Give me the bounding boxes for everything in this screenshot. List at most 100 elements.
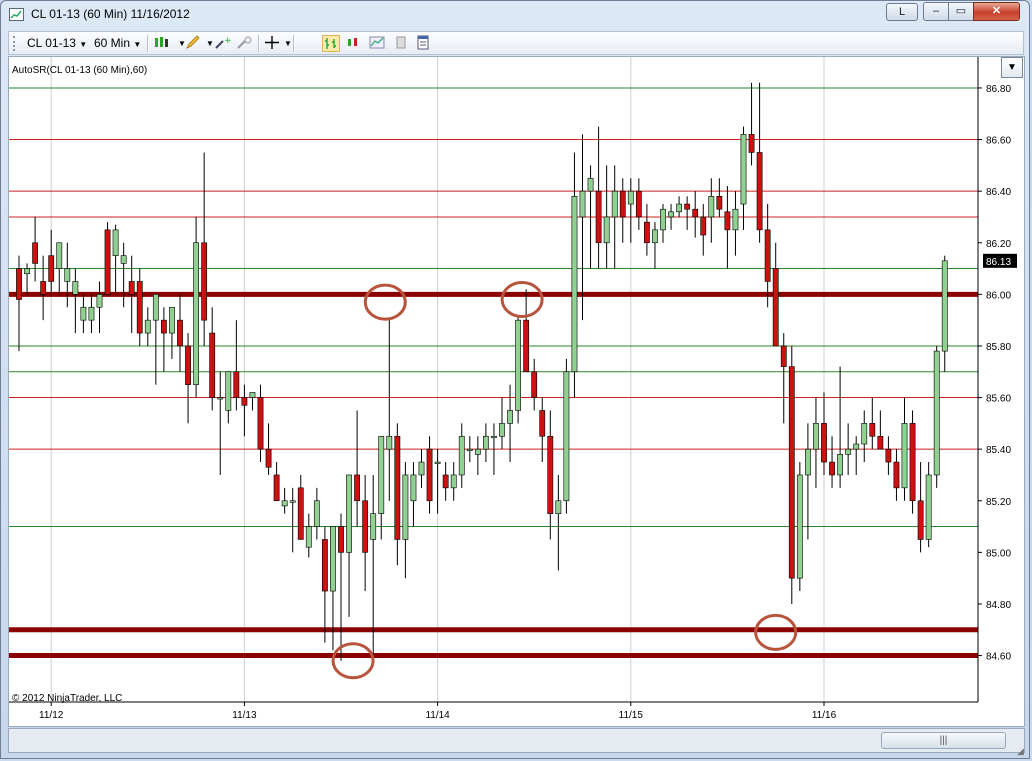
up-candle[interactable] (474, 448, 481, 455)
down-candle[interactable] (321, 539, 328, 592)
chart-scrollbar[interactable]: ||| (8, 728, 1025, 753)
up-candle[interactable] (587, 177, 594, 192)
down-candle[interactable] (772, 268, 779, 347)
up-candle[interactable] (330, 526, 336, 592)
down-candle[interactable] (917, 500, 924, 540)
up-candle[interactable] (732, 208, 739, 231)
down-candle[interactable] (756, 152, 763, 231)
down-candle[interactable] (716, 196, 723, 210)
down-candle[interactable] (523, 319, 530, 373)
down-candle[interactable] (185, 345, 191, 385)
up-candle[interactable] (249, 392, 256, 398)
up-candle[interactable] (925, 474, 932, 540)
down-candle[interactable] (724, 211, 731, 231)
down-candle[interactable] (354, 474, 360, 502)
up-candle[interactable] (144, 319, 151, 334)
up-candle[interactable] (579, 190, 586, 218)
up-candle[interactable] (571, 196, 578, 373)
up-candle[interactable] (450, 474, 457, 489)
up-candle[interactable] (217, 397, 224, 400)
down-candle[interactable] (338, 526, 344, 553)
up-candle[interactable] (80, 306, 87, 321)
up-candle[interactable] (491, 435, 497, 439)
up-candle[interactable] (370, 513, 377, 540)
down-candle[interactable] (547, 435, 554, 514)
price-chart-panel[interactable]: 84.60 84.80 85.00 85.20 85.40 85.60 85.80 86.00… (8, 56, 1025, 727)
up-candle[interactable] (96, 294, 103, 308)
up-candle[interactable] (305, 526, 312, 548)
up-candle[interactable] (941, 260, 948, 352)
down-candle[interactable] (531, 371, 538, 398)
down-candle[interactable] (48, 255, 55, 282)
down-candle[interactable] (104, 229, 111, 295)
properties-icon[interactable] (414, 35, 432, 52)
up-candle[interactable] (458, 435, 465, 476)
up-candle[interactable] (708, 196, 715, 218)
minimize-button[interactable]: – (923, 2, 949, 21)
up-candle[interactable] (64, 268, 71, 282)
down-candle[interactable] (257, 397, 264, 450)
up-candle[interactable] (813, 423, 819, 450)
up-candle[interactable] (289, 500, 296, 503)
up-candle[interactable] (112, 229, 119, 256)
up-candle[interactable] (861, 423, 868, 445)
up-candle[interactable] (901, 423, 908, 489)
down-candle[interactable] (539, 410, 546, 437)
down-candle[interactable] (748, 134, 755, 153)
down-candle[interactable] (692, 208, 699, 218)
up-candle[interactable] (796, 474, 803, 579)
up-candle[interactable] (152, 294, 159, 321)
candlestick-style-icon[interactable] (153, 35, 171, 52)
up-candle[interactable] (88, 306, 95, 321)
up-candle[interactable] (837, 454, 843, 476)
up-candle[interactable] (402, 474, 409, 540)
up-candle[interactable] (652, 229, 658, 244)
down-candle[interactable] (16, 268, 22, 300)
down-candle[interactable] (829, 461, 835, 476)
down-candle[interactable] (32, 242, 38, 264)
down-candle[interactable] (700, 216, 707, 236)
up-candle[interactable] (56, 242, 63, 269)
down-candle[interactable] (233, 371, 240, 398)
down-candle[interactable] (869, 423, 876, 437)
up-candle[interactable] (193, 242, 199, 385)
down-candle[interactable] (595, 190, 602, 244)
layout-button[interactable]: L (886, 3, 918, 21)
down-candle[interactable] (362, 500, 369, 553)
up-candle[interactable] (611, 190, 618, 218)
up-candle[interactable] (668, 211, 674, 218)
data-box-icon[interactable] (392, 35, 410, 52)
up-candle[interactable] (434, 461, 441, 464)
down-candle[interactable] (161, 319, 167, 334)
up-candle[interactable] (515, 319, 521, 411)
down-candle[interactable] (394, 435, 401, 540)
up-candle[interactable] (313, 500, 320, 527)
down-candle[interactable] (297, 487, 304, 540)
up-candle[interactable] (386, 435, 393, 450)
candle-chart-icon[interactable] (344, 35, 362, 52)
line-chart-icon[interactable] (368, 35, 386, 52)
up-candle[interactable] (281, 500, 288, 507)
instrument-selector[interactable]: CL 01-13 ▼ (27, 35, 87, 52)
maximize-button[interactable]: ▭ (948, 2, 974, 21)
down-candle[interactable] (788, 366, 795, 579)
down-candle[interactable] (885, 448, 892, 463)
up-candle[interactable] (346, 474, 352, 553)
remove-indicator-icon[interactable] (236, 35, 254, 52)
up-candle[interactable] (660, 208, 666, 231)
up-candle[interactable] (676, 203, 682, 213)
resize-grip-icon[interactable]: ◢ (1017, 746, 1027, 756)
up-candle[interactable] (555, 500, 562, 514)
up-candle[interactable] (410, 474, 417, 502)
up-candle[interactable] (466, 448, 473, 451)
up-candle[interactable] (845, 448, 852, 455)
down-candle[interactable] (684, 203, 691, 210)
down-candle[interactable] (821, 423, 827, 463)
up-candle[interactable] (169, 306, 175, 334)
bar-chart-icon[interactable] (322, 35, 340, 52)
down-candle[interactable] (128, 281, 135, 295)
up-candle[interactable] (72, 281, 79, 295)
up-candle[interactable] (933, 350, 940, 476)
up-candle[interactable] (225, 371, 232, 411)
up-candle[interactable] (24, 268, 30, 275)
